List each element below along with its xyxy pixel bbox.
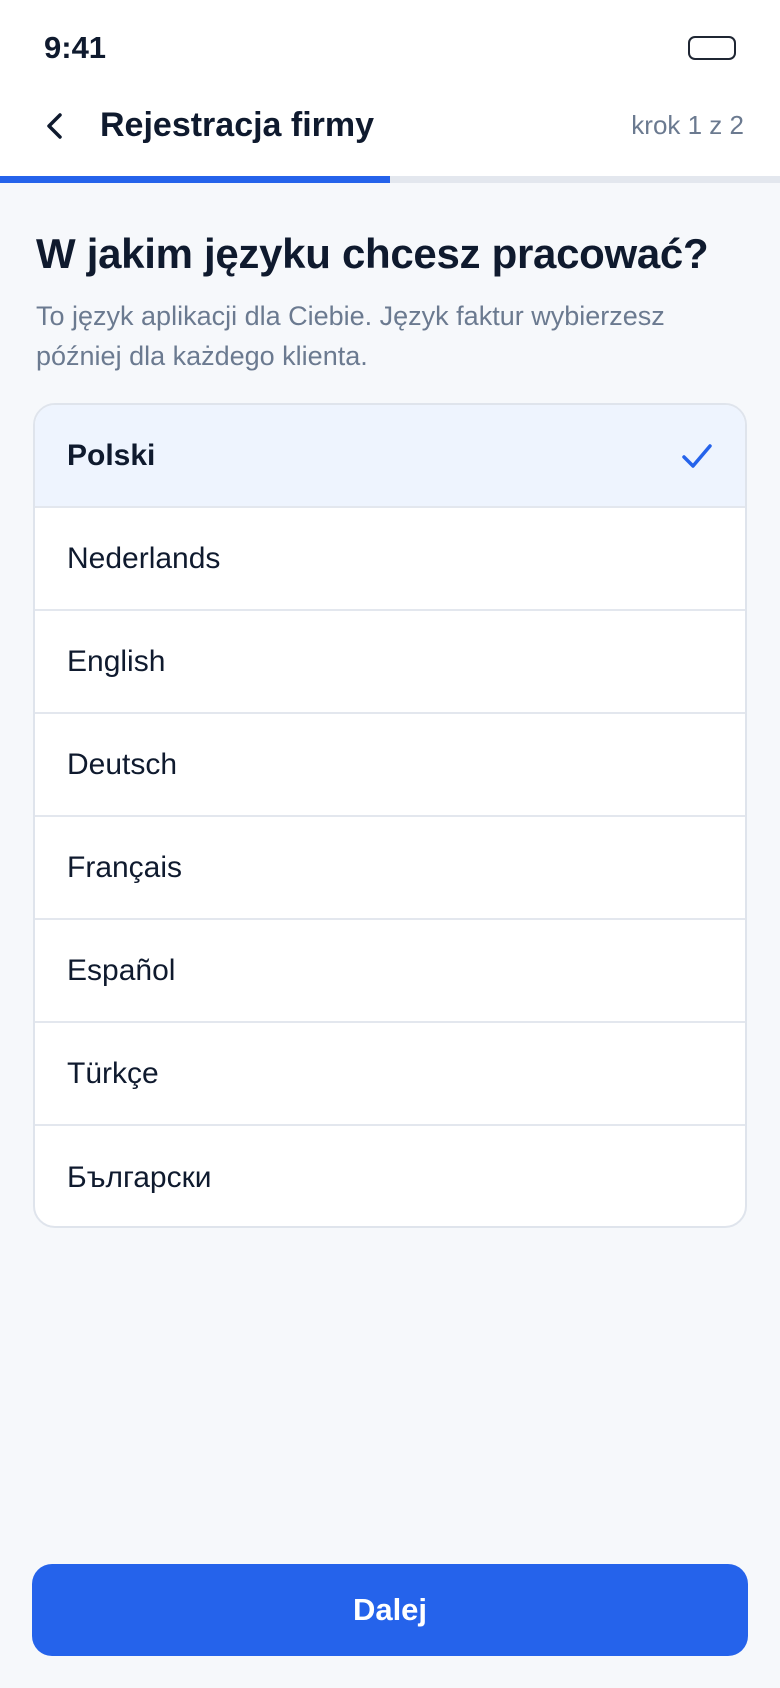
battery-icon: [688, 36, 736, 60]
progress-fill: [0, 176, 390, 183]
status-time: 9:41: [44, 30, 107, 65]
language-option-bulgarian[interactable]: Български: [35, 1126, 745, 1226]
language-option-english[interactable]: English: [35, 611, 745, 714]
check-icon: [682, 443, 712, 468]
language-option-turkce[interactable]: Türkçe: [35, 1023, 745, 1126]
language-label: Deutsch: [67, 747, 178, 781]
header: Rejestracja firmy krok 1 z 2: [0, 96, 780, 176]
progress-bar: [0, 176, 780, 183]
language-option-espanol[interactable]: Español: [35, 920, 745, 1023]
language-label: Polski: [67, 438, 156, 472]
question-subtitle: To język aplikacji dla Ciebie. Język fak…: [36, 301, 665, 371]
language-label: Français: [67, 850, 183, 884]
language-option-francais[interactable]: Français: [35, 817, 745, 920]
language-option-deutsch[interactable]: Deutsch: [35, 714, 745, 817]
next-button[interactable]: Dalej: [32, 1564, 748, 1656]
language-label: Nederlands: [67, 541, 221, 575]
language-list: Polski Nederlands English Deutsch França…: [33, 403, 747, 1228]
language-label: Español: [67, 953, 176, 987]
language-option-polski[interactable]: Polski: [35, 405, 745, 508]
language-option-nederlands[interactable]: Nederlands: [35, 508, 745, 611]
chevron-left-icon: [47, 113, 62, 139]
back-button[interactable]: [30, 96, 80, 156]
language-label: English: [67, 644, 166, 678]
language-label: Български: [67, 1160, 212, 1194]
question-heading: W jakim języku chcesz pracować?: [36, 230, 709, 277]
status-bar: 9:41: [0, 0, 780, 96]
language-label: Türkçe: [67, 1056, 159, 1090]
step-indicator: krok 1 z 2: [631, 110, 744, 140]
page-title: Rejestracja firmy: [100, 106, 375, 144]
